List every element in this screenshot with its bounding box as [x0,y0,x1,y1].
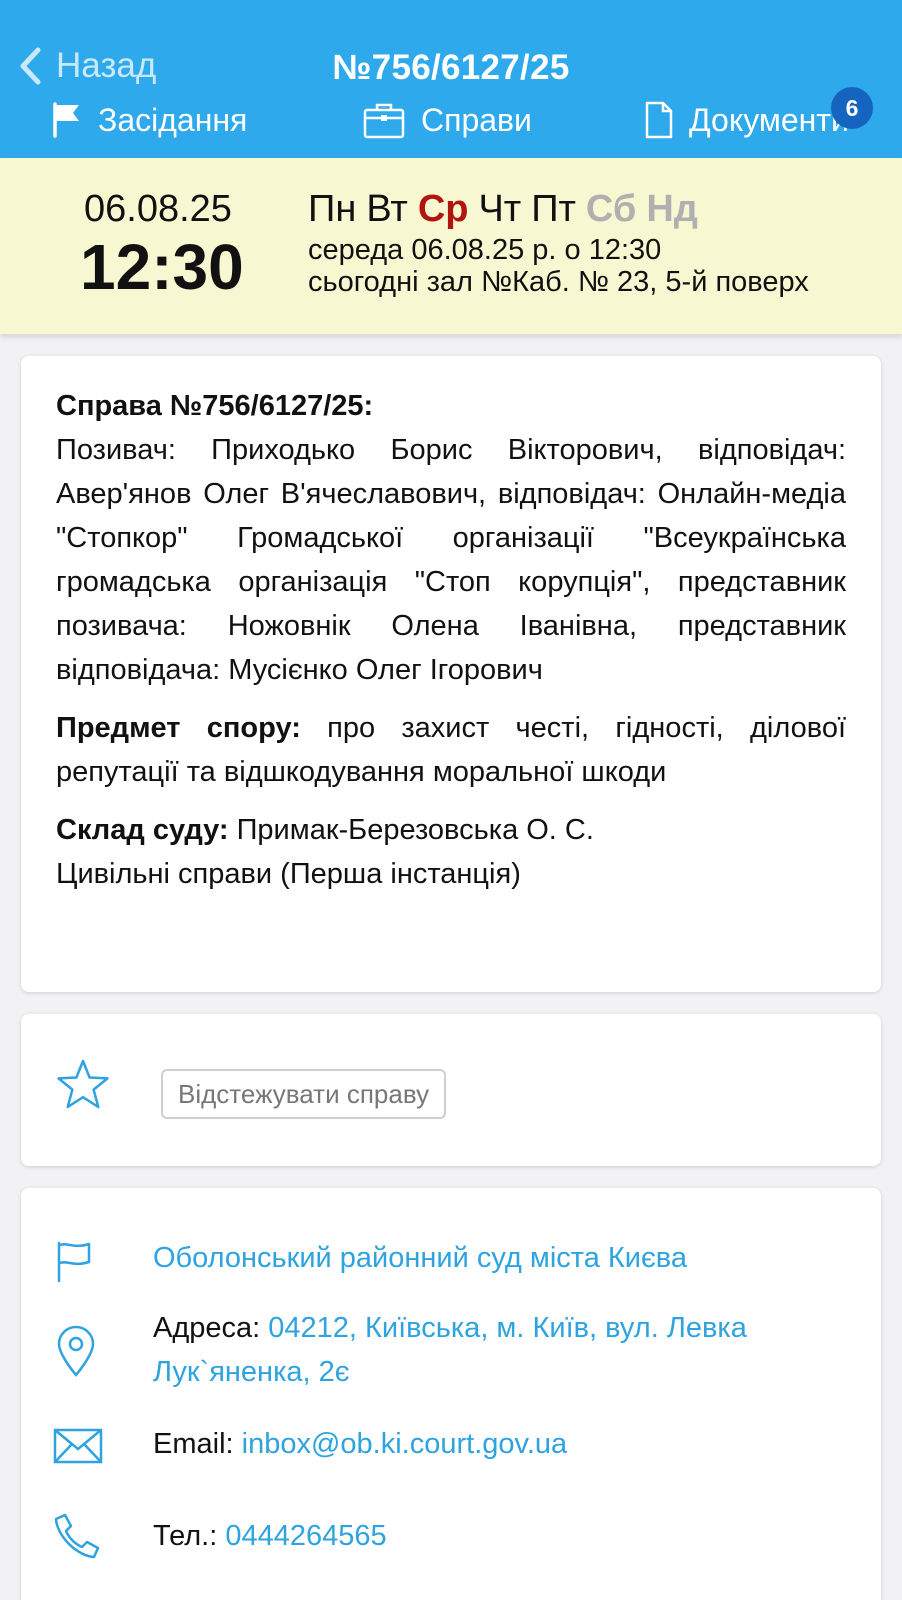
star-icon[interactable] [55,1058,111,1112]
case-subject: Предмет спору: про захист честі, гідност… [56,706,846,794]
weekday-thu: Чт [478,188,522,230]
phone-icon [54,1513,100,1559]
session-date: 06.08.25 [84,188,232,230]
email-link[interactable]: inbox@ob.ki.court.gov.ua [242,1428,568,1460]
court-address: Адреса: 04212, Київська, м. Київ, вул. Л… [153,1306,843,1394]
tab-cases-label: Справи [421,101,532,138]
tab-sessions-label: Засідання [98,101,248,138]
weekday-sat: Сб [585,188,637,230]
weekday-wed-current: Ср [417,188,469,230]
case-details-card: Справа №756/6127/25: Позивач: Приходько … [21,356,881,992]
tab-sessions[interactable]: Засідання [52,96,247,144]
weekday-fri: Пт [531,188,576,230]
session-room-text: сьогодні зал №Каб. № 23, 5-й поверх [308,266,809,298]
case-parties: Позивач: Приходько Борис Вікторович, від… [56,434,846,686]
briefcase-icon [363,103,405,139]
court-name-link[interactable]: Оболонський районний суд міста Києва [153,1236,687,1280]
document-icon [645,101,673,139]
court-info-card: Оболонський районний суд міста Києва Адр… [21,1188,881,1600]
session-datetime-text: середа 06.08.25 р. о 12:30 [308,234,662,266]
court-composition: Склад суду: Примак-Березовська О. С. [56,808,846,852]
weekday-strip: Пн Вт Ср Чт Пт Сб Нд [308,188,698,231]
weekday-tue: Вт [366,188,408,230]
envelope-icon [53,1428,103,1464]
tab-documents-label: Документи [689,101,849,138]
phone-link[interactable]: 0444264565 [225,1520,386,1552]
court-email: Email: inbox@ob.ki.court.gov.ua [153,1422,567,1466]
top-bar: Назад №756/6127/25 Засідання Справи Доку… [0,0,902,158]
court-judge: Примак-Березовська О. С. [228,814,594,846]
court-phone: Тел.: 0444264565 [153,1514,387,1558]
follow-case-button[interactable]: Відстежувати справу [161,1069,447,1119]
tab-cases[interactable]: Справи [363,96,532,144]
weekday-mon: Пн [308,188,357,230]
email-label: Email: [153,1428,242,1460]
weekday-sun: Нд [646,188,698,230]
follow-card: Відстежувати справу [21,1014,881,1166]
flag-icon [53,102,79,138]
case-heading: Справа №756/6127/25: [56,390,374,422]
court-label: Склад суду: [56,814,229,846]
session-time: 12:30 [80,231,244,303]
flag-outline-icon [57,1241,91,1283]
case-category: Цивільні справи (Перша інстанція) [56,858,521,890]
documents-count-badge: 6 [831,87,873,129]
session-info: 06.08.25 12:30 Пн Вт Ср Чт Пт Сб Нд сере… [0,158,902,334]
phone-label: Тел.: [153,1520,226,1552]
page-title: №756/6127/25 [332,48,570,87]
address-label: Адреса: [153,1312,269,1344]
subject-label: Предмет спору: [56,712,301,744]
location-pin-icon [57,1325,95,1377]
